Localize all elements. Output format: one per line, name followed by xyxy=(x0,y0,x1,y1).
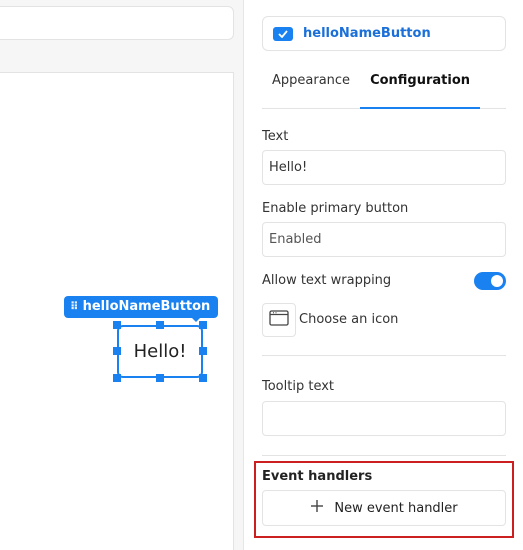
section-divider xyxy=(262,355,506,356)
event-handlers-title: Event handlers xyxy=(262,469,373,484)
section-divider-events xyxy=(262,455,506,456)
window-icon xyxy=(269,310,289,330)
resize-handle-se[interactable] xyxy=(199,374,207,382)
text-wrapping-label: Allow text wrapping xyxy=(262,273,392,288)
canvas-gutter xyxy=(234,72,243,550)
new-event-handler-label: New event handler xyxy=(334,500,458,516)
tab-appearance[interactable]: Appearance xyxy=(262,62,360,109)
button-icon xyxy=(273,26,293,41)
tooltip-label: Tooltip text xyxy=(262,379,335,394)
text-field[interactable]: Hello! xyxy=(262,150,506,185)
selected-component-name: helloNameButton xyxy=(82,299,211,314)
text-wrapping-toggle[interactable] xyxy=(474,272,506,290)
hello-button-label: Hello! xyxy=(133,341,187,362)
primary-button-field[interactable]: Enabled xyxy=(262,222,506,257)
resize-handle-s[interactable] xyxy=(156,374,164,382)
plus-icon xyxy=(310,499,324,517)
canvas-toolbar-area xyxy=(0,0,243,72)
inspector-panel: helloNameButton Appearance Configuration… xyxy=(243,0,523,550)
primary-button-placeholder: Enabled xyxy=(269,232,322,247)
component-header[interactable]: helloNameButton xyxy=(262,16,506,51)
canvas-toolbar[interactable] xyxy=(0,6,234,40)
resize-handle-sw[interactable] xyxy=(113,374,121,382)
primary-button-label: Enable primary button xyxy=(262,201,409,216)
toggle-knob xyxy=(491,275,503,287)
inspector-tabs: Appearance Configuration xyxy=(262,62,506,109)
resize-handle-nw[interactable] xyxy=(113,321,121,329)
text-field-label: Text xyxy=(262,129,289,144)
tab-configuration[interactable]: Configuration xyxy=(360,62,481,109)
resize-handle-w[interactable] xyxy=(113,347,121,355)
resize-handle-n[interactable] xyxy=(156,321,164,329)
hello-name-button[interactable]: Hello! xyxy=(117,325,203,378)
icon-picker-button[interactable] xyxy=(262,303,296,337)
component-name[interactable]: helloNameButton xyxy=(303,26,431,41)
text-field-value: Hello! xyxy=(269,160,308,175)
new-event-handler-button[interactable]: New event handler xyxy=(262,490,506,526)
resize-handle-e[interactable] xyxy=(199,347,207,355)
drag-handle-icon[interactable]: ⠿ xyxy=(70,296,78,318)
choose-icon-label[interactable]: Choose an icon xyxy=(299,312,398,327)
tooltip-field[interactable] xyxy=(262,401,506,436)
selected-component-tag[interactable]: ⠿ helloNameButton xyxy=(64,296,219,322)
resize-handle-ne[interactable] xyxy=(199,321,207,329)
